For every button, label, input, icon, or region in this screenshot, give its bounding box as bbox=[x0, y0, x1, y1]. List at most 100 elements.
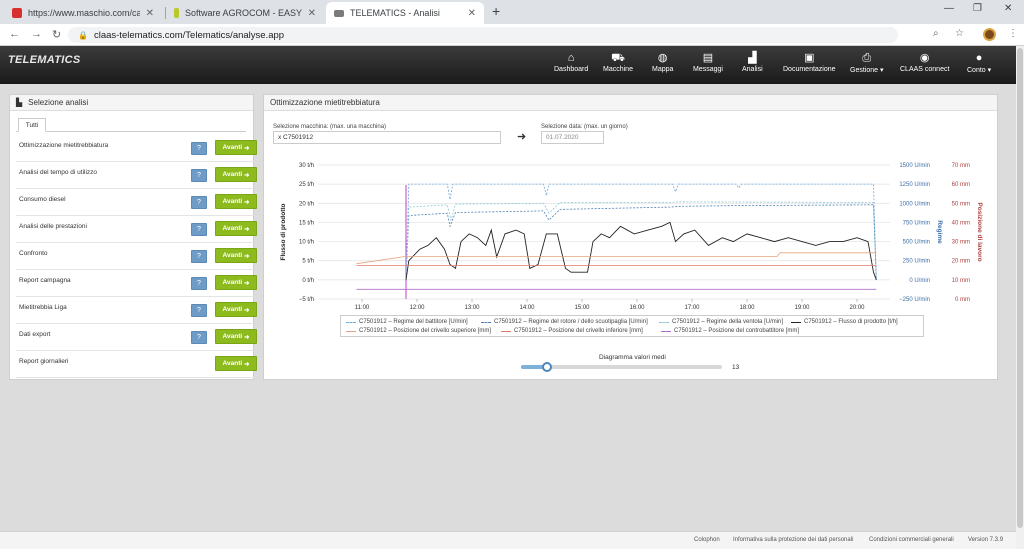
x-tick-label: 13:00 bbox=[464, 305, 480, 311]
legend-item[interactable]: C7501912 – Posizione del crivello superi… bbox=[346, 328, 491, 334]
avanti-button[interactable]: Avanti ➜ bbox=[215, 167, 257, 182]
restore-icon[interactable]: ❐ bbox=[973, 3, 982, 14]
avanti-button[interactable]: Avanti ➜ bbox=[215, 275, 257, 290]
help-button[interactable]: ? bbox=[191, 142, 207, 155]
nav-label: Gestione ▾ bbox=[850, 67, 884, 74]
bookmark-star-icon[interactable]: ☆ bbox=[955, 28, 964, 39]
analysis-list-item: Confronto? Avanti ➜ bbox=[16, 243, 257, 270]
browser-tab-3[interactable]: TELEMATICS - Analisi ✕ bbox=[326, 2, 484, 24]
machine-tag[interactable]: x C7501912 bbox=[278, 134, 313, 141]
x-tick-label: 14:00 bbox=[519, 305, 535, 311]
connect-icon: ◉ bbox=[919, 52, 930, 64]
machine-selection-field[interactable]: x C7501912 bbox=[273, 131, 501, 144]
forward-icon[interactable]: → bbox=[31, 28, 42, 40]
panel-header: ▙ Selezione analisi bbox=[10, 95, 253, 111]
nav-label: Analisi bbox=[742, 66, 763, 73]
avanti-label: Avanti bbox=[222, 279, 243, 286]
help-button[interactable]: ? bbox=[191, 223, 207, 236]
reload-icon[interactable]: ↻ bbox=[52, 28, 61, 41]
new-tab-icon[interactable]: + bbox=[492, 3, 500, 19]
nav-documentazione[interactable]: ▣ Documentazione bbox=[783, 50, 836, 73]
browser-tab-1[interactable]: https://www.maschio.com/catalo ✕ bbox=[4, 2, 162, 24]
profile-avatar[interactable] bbox=[983, 28, 996, 41]
avanti-button[interactable]: Avanti ➜ bbox=[215, 356, 257, 371]
mm-tick-label: 40 mm bbox=[952, 220, 970, 226]
nav-claas-connect[interactable]: ◉ CLAAS connect bbox=[900, 50, 949, 73]
x-tick-label: 12:00 bbox=[409, 305, 425, 311]
nav-gestione[interactable]: ⎙ Gestione ▾ bbox=[850, 50, 883, 74]
analysis-list-item: Report campagna? Avanti ➜ bbox=[16, 270, 257, 297]
nav-label: CLAAS connect bbox=[900, 66, 950, 73]
help-button[interactable]: ? bbox=[191, 331, 207, 344]
back-icon[interactable]: ← bbox=[9, 28, 20, 40]
nav-macchine[interactable]: ⛟ Macchine bbox=[603, 50, 633, 73]
tab-tutti[interactable]: Tutti bbox=[18, 118, 46, 132]
rpm-tick-label: 500 U/min bbox=[903, 240, 930, 246]
url-text: claas-telematics.com/Telematics/analyse.… bbox=[93, 29, 285, 41]
scrollbar-thumb[interactable] bbox=[1017, 48, 1023, 528]
mm-tick-label: 60 mm bbox=[952, 182, 970, 188]
legend-item[interactable]: C7501912 – Posizione del controbattitore… bbox=[661, 328, 799, 334]
zoom-icon[interactable]: ⌕ bbox=[933, 28, 939, 39]
rpm-tick-label: −250 U/min bbox=[899, 297, 930, 303]
legend-item[interactable]: C7501912 – Regime del rotore / dello scu… bbox=[481, 319, 648, 325]
help-button[interactable]: ? bbox=[191, 169, 207, 182]
avanti-button[interactable]: Avanti ➜ bbox=[215, 194, 257, 209]
close-icon[interactable]: ✕ bbox=[308, 8, 316, 19]
nav-conto[interactable]: ● Conto ▾ bbox=[967, 50, 991, 74]
chart-icon: ▟ bbox=[748, 52, 757, 64]
avanti-button[interactable]: Avanti ➜ bbox=[215, 302, 257, 317]
url-field[interactable]: 🔒 claas-telematics.com/Telematics/analys… bbox=[68, 27, 898, 43]
rpm-tick-label: 0 U/min bbox=[909, 278, 930, 284]
avanti-button[interactable]: Avanti ➜ bbox=[215, 221, 257, 236]
avanti-button[interactable]: Avanti ➜ bbox=[215, 329, 257, 344]
legend-item[interactable]: C7501912 – Posizione del crivello inferi… bbox=[501, 328, 643, 334]
analysis-label: Analisi del tempo di utilizzo bbox=[19, 169, 98, 176]
tab-title: TELEMATICS - Analisi bbox=[350, 8, 440, 18]
mm-tick-label: 70 mm bbox=[952, 163, 970, 169]
arrow-right-icon: ➜ bbox=[243, 306, 250, 314]
panel-tabs: Tutti bbox=[16, 118, 246, 132]
menu-kebab-icon[interactable]: ⋮ bbox=[1008, 28, 1018, 39]
x-tick-label: 16:00 bbox=[629, 305, 645, 311]
arrow-right-icon: ➜ bbox=[243, 279, 250, 287]
legend-item[interactable]: C7501912 – Regime del battitore [U/min] bbox=[346, 319, 468, 325]
help-button[interactable]: ? bbox=[191, 304, 207, 317]
rpm-tick-label: 750 U/min bbox=[903, 220, 930, 226]
minimize-icon[interactable]: — bbox=[944, 3, 954, 14]
footer-privacy-link[interactable]: Informativa sulla protezione dei dati pe… bbox=[733, 537, 853, 543]
analysis-label: Mietitrebbia Liga bbox=[19, 304, 67, 311]
y-tick-label: −5 t/h bbox=[299, 297, 314, 303]
date-value: 01.07.2020 bbox=[546, 134, 579, 141]
panel-header: Ottimizzazione mietitrebbiatura bbox=[264, 95, 997, 111]
help-button[interactable]: ? bbox=[191, 277, 207, 290]
machine-selection-label: Selezione macchina: (max. una macchina) bbox=[273, 124, 387, 130]
browser-tab-bar: https://www.maschio.com/catalo ✕ Softwar… bbox=[0, 0, 1024, 24]
tractor-icon: ⛟ bbox=[611, 52, 625, 64]
nav-mappa[interactable]: ◍ Mappa bbox=[652, 50, 673, 73]
arrow-right-icon: ➜ bbox=[517, 131, 527, 143]
footer-terms-link[interactable]: Condizioni commerciali generali bbox=[869, 537, 954, 543]
telematics-logo: TELEMATICS bbox=[8, 54, 81, 66]
browser-tab-2[interactable]: Software AGROCOM - EASY | CLA ✕ bbox=[166, 2, 324, 24]
mm-axis-title: Posizione di lavoro bbox=[976, 202, 983, 261]
mm-tick-label: 10 mm bbox=[952, 278, 970, 284]
page-scrollbar[interactable] bbox=[1016, 46, 1024, 549]
footer-colophon-link[interactable]: Colophon bbox=[694, 537, 720, 543]
nav-analisi[interactable]: ▟ Analisi bbox=[742, 50, 763, 73]
close-icon[interactable]: ✕ bbox=[468, 8, 476, 19]
nav-dashboard[interactable]: ⌂ Dashboard bbox=[554, 50, 588, 73]
avanti-button[interactable]: Avanti ➜ bbox=[215, 140, 257, 155]
rpm-tick-label: 1500 U/min bbox=[899, 163, 930, 169]
help-button[interactable]: ? bbox=[191, 250, 207, 263]
legend-item[interactable]: C7501912 – Regime della ventola [U/min] bbox=[659, 319, 783, 325]
date-selection-field[interactable]: 01.07.2020 bbox=[541, 131, 604, 144]
legend-item[interactable]: C7501912 – Flusso di prodotto [t/h] bbox=[791, 319, 898, 325]
avanti-button[interactable]: Avanti ➜ bbox=[215, 248, 257, 263]
window-close-icon[interactable]: ✕ bbox=[1004, 3, 1012, 14]
help-button[interactable]: ? bbox=[191, 196, 207, 209]
globe-icon: ◍ bbox=[657, 52, 668, 64]
nav-messaggi[interactable]: ▤ Messaggi bbox=[693, 50, 723, 73]
close-icon[interactable]: ✕ bbox=[146, 8, 154, 19]
arrow-right-icon: ➜ bbox=[243, 333, 250, 341]
